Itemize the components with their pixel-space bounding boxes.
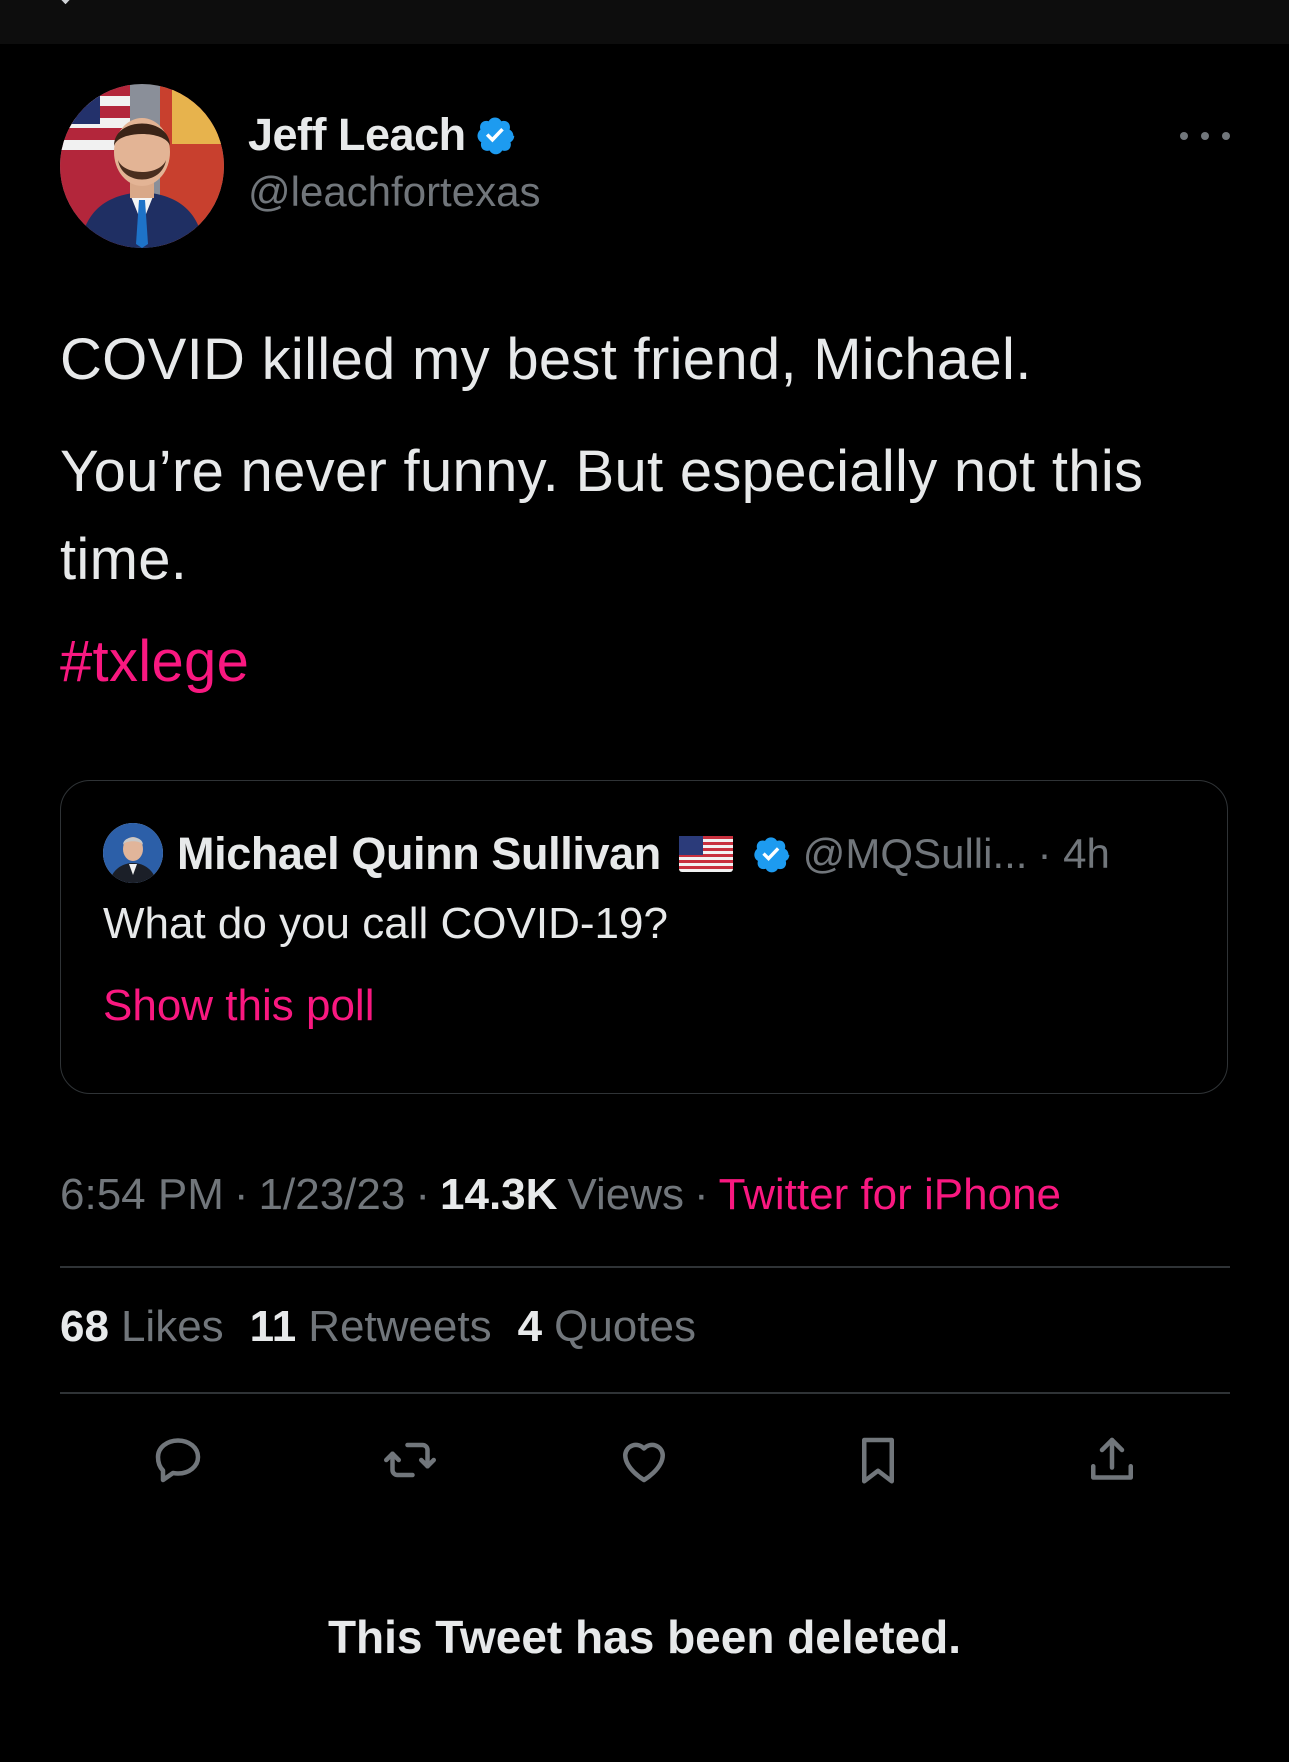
show-poll-link[interactable]: Show this poll (103, 981, 374, 1031)
tweet-date[interactable]: 1/23/23 (259, 1170, 406, 1220)
quotes-label: Quotes (554, 1302, 696, 1351)
likes-label: Likes (120, 1302, 224, 1351)
author-handle[interactable]: @leachfortexas (248, 168, 540, 216)
likes-stat[interactable]: 68 Likes (60, 1302, 224, 1352)
tweet-time[interactable]: 6:54 PM (60, 1170, 224, 1220)
more-options-icon[interactable] (1180, 124, 1230, 148)
separator-dot: · (233, 1170, 249, 1219)
verified-badge-icon (751, 834, 791, 874)
share-icon[interactable] (1082, 1430, 1142, 1490)
like-icon[interactable] (614, 1430, 674, 1490)
quoted-text: What do you call COVID-19? (103, 899, 668, 948)
quoted-author-name[interactable]: Michael Quinn Sullivan (177, 828, 661, 880)
tweet-meta: 6:54 PM · 1/23/23 · 14.3K Views · Twitte… (60, 1170, 1061, 1220)
divider (60, 1392, 1230, 1394)
retweets-count: 11 (249, 1302, 297, 1351)
author-block: Jeff Leach @leachfortexas (248, 108, 540, 216)
quotes-stat[interactable]: 4 Quotes (518, 1302, 696, 1352)
hashtag-link[interactable]: #txlege (60, 628, 249, 695)
avatar[interactable] (60, 84, 224, 248)
tweet-text-line-2: You’re never funny. But especially not t… (60, 439, 1144, 592)
verified-badge-icon (474, 114, 516, 156)
views-count: 14.3K (440, 1170, 558, 1219)
quoted-header: Michael Quinn Sullivan @MQSulli... · 4h (177, 821, 1110, 887)
retweets-label: Retweets (308, 1302, 492, 1351)
bookmark-icon[interactable] (848, 1430, 908, 1490)
deleted-notice: This Tweet has been deleted. (327, 1611, 962, 1663)
quoted-timestamp: · 4h (1037, 830, 1110, 877)
action-bar (0, 1430, 1289, 1490)
likes-count: 68 (60, 1302, 109, 1351)
dot (1201, 132, 1209, 140)
quoted-avatar[interactable] (103, 823, 163, 883)
us-flag-icon (678, 836, 733, 872)
retweets-stat[interactable]: 11 Retweets (250, 1302, 492, 1352)
divider (60, 1266, 1230, 1268)
source-link[interactable]: Twitter for iPhone (719, 1170, 1061, 1220)
quoted-author-handle[interactable]: @MQSulli... (803, 830, 1028, 878)
quotes-count: 4 (517, 1302, 543, 1351)
separator-dot: · (415, 1170, 430, 1219)
views-label: Views (567, 1170, 684, 1219)
tweet-text-line-1: COVID killed my best friend, Michael. (60, 327, 1032, 392)
dot (1180, 132, 1188, 140)
engagement-stats: 68 Likes 11 Retweets 4 Quotes (60, 1302, 722, 1352)
author-name-row: Jeff Leach (248, 108, 540, 162)
dot (1222, 132, 1230, 140)
separator-dot: · (694, 1170, 709, 1219)
author-name[interactable]: Jeff Leach (248, 109, 466, 161)
top-bar (0, 0, 1289, 44)
reply-icon[interactable] (148, 1430, 208, 1490)
chevron-down-icon[interactable] (54, 0, 77, 5)
retweet-icon[interactable] (380, 1430, 440, 1490)
quoted-tweet-card[interactable]: Michael Quinn Sullivan @MQSulli... · 4h … (60, 780, 1228, 1094)
